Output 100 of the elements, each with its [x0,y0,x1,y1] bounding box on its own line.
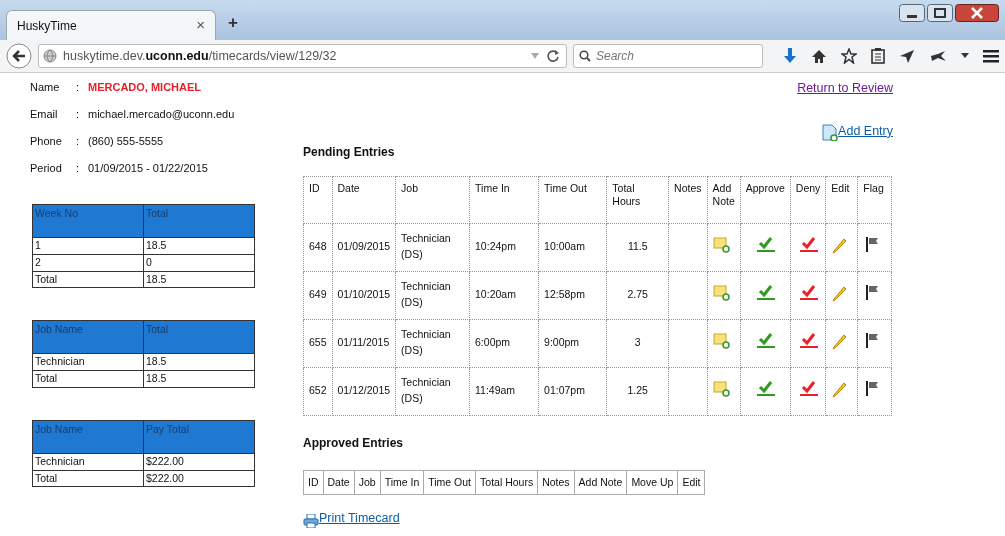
clipboard-icon[interactable] [871,48,885,64]
column-header: Total [143,204,255,238]
table-cell: $222.00 [143,453,255,470]
column-header: Time In [469,176,539,223]
search-field[interactable]: Search [573,44,763,68]
column-header: ID [303,470,323,495]
column-header: Time Out [538,176,607,223]
table-cell: Technician [32,453,144,470]
table-cell: 0 [143,254,255,271]
column-header: Pay Total [143,420,255,454]
restore-button[interactable] [927,4,953,22]
deny-check-icon[interactable] [797,283,819,302]
dropdown-arrow-icon[interactable] [961,53,969,59]
table-cell: 10:20am [469,271,539,319]
menu-icon[interactable] [983,49,999,63]
approve-check-icon[interactable] [754,379,776,398]
table-cell: 9:00pm [538,319,607,367]
download-arrow-icon[interactable] [783,48,797,64]
table-cell: Technician (DS) [395,223,470,271]
column-header: Total Hours [475,470,538,495]
column-header: Flag [857,176,892,223]
table-cell: 11:49am [469,367,539,415]
column-header: Notes [668,176,708,223]
table-cell: 2.75 [606,271,669,319]
approve-check-icon[interactable] [754,283,776,302]
label-separator: : [76,80,81,95]
table-cell: Technician [32,353,144,371]
table-cell: 1.25 [606,367,669,415]
browser-tab[interactable]: HuskyTime × [6,10,216,40]
approve-check-icon[interactable] [754,331,776,350]
column-header: Move Up [626,470,678,495]
table-cell: Total [32,470,144,487]
return-link[interactable]: Return to Review [797,79,893,98]
field-value: 01/09/2015 - 01/22/2015 [88,161,208,176]
label-separator: : [76,134,81,149]
label-separator: : [76,107,81,122]
column-header: ID [303,176,333,223]
table-cell: 18.5 [143,370,255,388]
column-header: Approve [740,176,791,223]
table-cell: 648 [303,223,333,271]
table-cell: Total [32,271,144,288]
table-cell: Technician (DS) [395,367,470,415]
home-icon[interactable] [811,48,827,64]
new-tab-button[interactable]: + [228,14,238,31]
table-cell: 18.5 [143,271,255,288]
add-entry-link[interactable]: Add Entry [822,121,893,141]
star-icon[interactable] [841,48,857,64]
column-header: Total Hours [606,176,669,223]
table-cell: 10:24pm [469,223,539,271]
minimize-button[interactable] [899,4,925,22]
table-cell: Technician (DS) [395,271,470,319]
table-cell: 01/12/2015 [332,367,396,415]
approve-check-icon[interactable] [754,235,776,254]
table-cell: 655 [303,319,333,367]
deny-check-icon[interactable] [797,331,819,350]
label-separator: : [76,161,81,176]
table-cell: 6:00pm [469,319,539,367]
column-header: Edit [825,176,858,223]
table-cell: Technician (DS) [395,319,470,367]
deny-check-icon[interactable] [797,235,819,254]
table-cell: 1 [32,237,144,255]
field-value: MERCADO, MICHAEL [88,80,202,95]
table-cell: 01:07pm [538,367,607,415]
column-header: Job Name [32,320,144,354]
column-header: Week No [32,204,144,238]
table-cell: 01/11/2015 [332,319,396,367]
close-button[interactable] [955,4,999,22]
table-cell: 18.5 [143,353,255,371]
url-text: huskytime.dev.uconn.edu/timecards/view/129/32 [63,47,338,65]
table-cell: 12:58pm [538,271,607,319]
table-cell: 01/10/2015 [332,271,396,319]
column-header: Job [395,176,470,223]
printer-icon [303,514,319,528]
field-label: Period [30,161,63,176]
column-header: Job [354,470,381,495]
tab-title: HuskyTime [17,17,77,35]
column-header: Time In [380,470,424,495]
address-bar[interactable]: huskytime.dev.uconn.edu/timecards/view/129/32 [38,44,567,68]
section-heading: Pending Entries [303,143,396,161]
field-label: Email [30,107,59,122]
table-cell: 10:00am [538,223,607,271]
back-button[interactable] [6,43,32,69]
column-header: Deny [790,176,826,223]
column-header: Edit [677,470,705,495]
print-link[interactable]: Print Timecard [303,509,400,528]
globe-icon [43,49,57,63]
column-header: Add Note [574,470,627,495]
deny-check-icon[interactable] [797,379,819,398]
column-header: Date [323,470,355,495]
table-cell: $222.00 [143,470,255,487]
table-cell: 11.5 [606,223,669,271]
column-header: Total [143,320,255,354]
tab-close-button[interactable]: × [196,14,205,37]
column-header: Date [332,176,396,223]
field-value: (860) 555-5555 [88,134,164,149]
table-cell: 649 [303,271,333,319]
section-heading: Approved Entries [303,434,405,452]
field-value: michael.mercado@uconn.edu [88,107,235,122]
reload-icon[interactable] [546,49,560,63]
send-arrow-icon[interactable] [899,48,915,64]
